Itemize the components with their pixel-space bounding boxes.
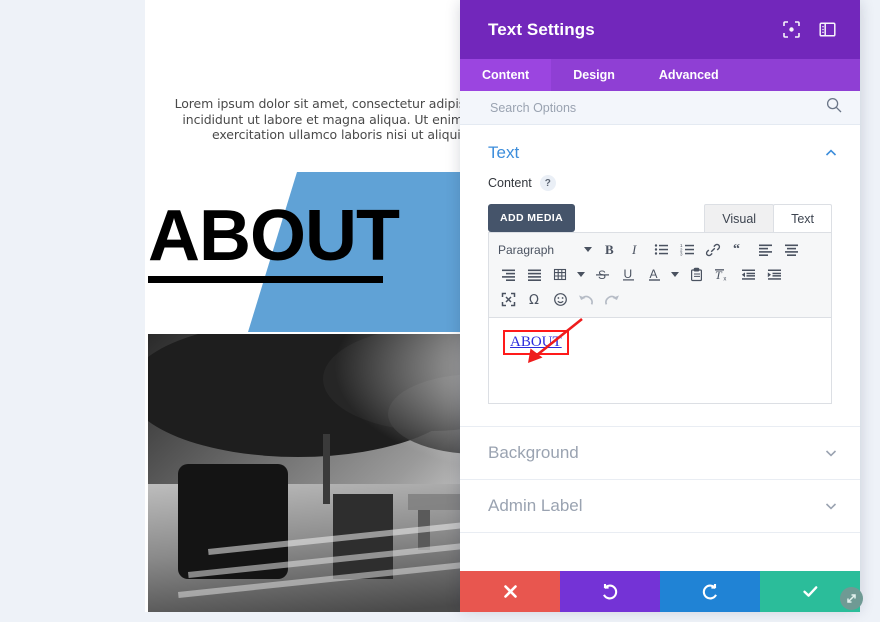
search-options-row — [460, 91, 860, 125]
svg-text:A: A — [649, 267, 657, 281]
chevron-up-icon[interactable] — [822, 144, 840, 162]
section-header-admin-label[interactable]: Admin Label — [460, 479, 860, 532]
chevron-down-icon — [577, 272, 585, 277]
editor-top-bar: ADD MEDIA Visual Text — [488, 199, 832, 232]
clear-formatting-icon[interactable]: T x — [709, 263, 735, 287]
numbered-list-icon[interactable]: 1 2 3 — [674, 238, 700, 262]
search-icon[interactable] — [826, 97, 842, 118]
text-color-dropdown-icon[interactable] — [667, 263, 683, 287]
close-icon — [503, 585, 517, 598]
paste-as-text-icon[interactable] — [683, 263, 709, 287]
checkmark-icon — [802, 586, 817, 597]
modal-header: Text Settings — [460, 0, 860, 59]
text-settings-modal: Text Settings Content Design Advanced Se… — [460, 0, 860, 608]
bulleted-list-icon[interactable] — [648, 238, 674, 262]
tab-content[interactable]: Content — [460, 59, 552, 91]
svg-text:I: I — [631, 242, 637, 257]
italic-icon[interactable]: I — [622, 238, 648, 262]
section-header-text[interactable]: Text — [460, 125, 860, 173]
toolbar-row-1: Paragraph B I 1 2 3 “ — [495, 237, 825, 262]
special-character-icon[interactable]: Ω — [521, 288, 547, 312]
help-icon[interactable]: ? — [539, 175, 556, 191]
resize-arrow-icon — [847, 594, 856, 603]
chevron-down-icon — [671, 272, 679, 277]
cancel-button[interactable] — [460, 571, 560, 612]
svg-text:3: 3 — [680, 252, 683, 257]
modal-action-bar — [460, 571, 860, 612]
hero-underline-rule — [148, 276, 383, 283]
editor-tab-text[interactable]: Text — [773, 204, 832, 232]
redo-icon[interactable] — [599, 288, 625, 312]
table-icon[interactable] — [547, 263, 573, 287]
outdent-icon[interactable] — [735, 263, 761, 287]
focus-mode-icon[interactable] — [776, 15, 806, 45]
toolbar-row-2: S U A T x — [495, 262, 825, 287]
link-icon[interactable] — [700, 238, 726, 262]
paragraph-format-label: Paragraph — [498, 242, 555, 257]
content-field-label-row: Content ? — [460, 173, 860, 199]
section-header-background[interactable]: Background — [460, 426, 860, 479]
undo-icon — [603, 583, 618, 599]
search-options-input[interactable] — [488, 99, 826, 116]
strikethrough-icon[interactable]: S — [589, 263, 615, 287]
undo-icon[interactable] — [573, 288, 599, 312]
modal-resize-handle[interactable] — [840, 587, 863, 610]
undo-button[interactable] — [560, 571, 660, 612]
chevron-down-icon — [584, 247, 592, 252]
underline-icon[interactable]: U — [615, 263, 641, 287]
hero-title: ABOUT — [148, 196, 400, 276]
section-title-text: Text — [488, 143, 520, 162]
svg-text:x: x — [723, 277, 726, 283]
panel-layout-icon[interactable] — [812, 15, 842, 45]
svg-text:B: B — [605, 242, 614, 257]
svg-text:“: “ — [733, 242, 740, 257]
chevron-down-icon[interactable] — [822, 497, 840, 515]
table-dropdown-icon[interactable] — [573, 263, 589, 287]
editor-tab-visual[interactable]: Visual — [704, 204, 775, 232]
section-title-admin-label: Admin Label — [488, 496, 583, 515]
sections-bottom-divider — [460, 532, 860, 533]
add-media-button[interactable]: ADD MEDIA — [488, 204, 576, 232]
indent-icon[interactable] — [761, 263, 787, 287]
editor-toolbar: Paragraph B I 1 2 3 “ S U A T x Ω — [488, 232, 832, 318]
tab-design[interactable]: Design — [551, 59, 637, 91]
redo-button[interactable] — [660, 571, 760, 612]
editor-value-highlight: ABOUT — [503, 330, 569, 355]
bold-icon[interactable]: B — [596, 238, 622, 262]
paragraph-format-select[interactable]: Paragraph — [495, 238, 596, 262]
toolbar-row-3: Ω — [495, 287, 825, 312]
svg-text:U: U — [623, 267, 632, 281]
editor-value-link[interactable]: ABOUT — [510, 334, 562, 350]
chevron-down-icon[interactable] — [822, 444, 840, 462]
blockquote-icon[interactable]: “ — [726, 238, 752, 262]
text-color-icon[interactable]: A — [641, 263, 667, 287]
modal-body: Text Content ? ADD MEDIA Visual Text Par… — [460, 125, 860, 608]
modal-tabs: Content Design Advanced — [460, 59, 860, 91]
wysiwyg-editor: ADD MEDIA Visual Text Paragraph B I 1 2 … — [488, 199, 832, 404]
emoji-icon[interactable] — [547, 288, 573, 312]
redo-icon — [702, 583, 717, 599]
svg-text:Ω: Ω — [529, 293, 539, 307]
content-field-label: Content — [488, 176, 532, 190]
tab-advanced[interactable]: Advanced — [637, 59, 741, 91]
align-center-icon[interactable] — [778, 238, 804, 262]
editor-content-area[interactable]: ABOUT — [488, 318, 832, 404]
justify-icon[interactable] — [521, 263, 547, 287]
align-right-icon[interactable] — [495, 263, 521, 287]
align-left-icon[interactable] — [752, 238, 778, 262]
modal-title: Text Settings — [488, 19, 595, 39]
fullscreen-icon[interactable] — [495, 288, 521, 312]
section-title-background: Background — [488, 443, 579, 462]
